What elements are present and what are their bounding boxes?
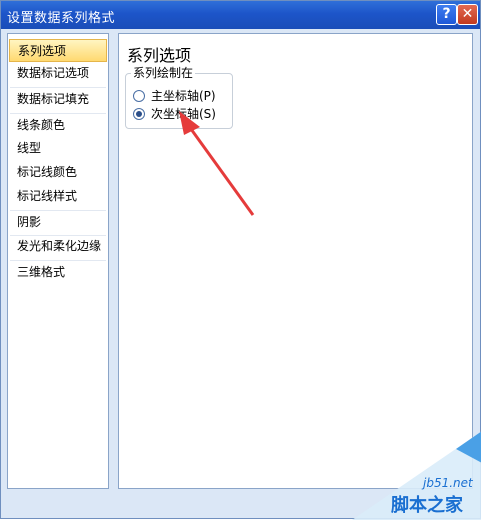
watermark-brand: 脚本之家 <box>391 495 463 516</box>
format-data-series-dialog: 设置数据系列格式 ? ✕ 系列选项 数据标记选项 数据标记填充 线条颜色 线型 … <box>0 0 481 520</box>
watermark-graphic <box>352 431 481 520</box>
watermark-site: jb51.net <box>423 476 473 490</box>
